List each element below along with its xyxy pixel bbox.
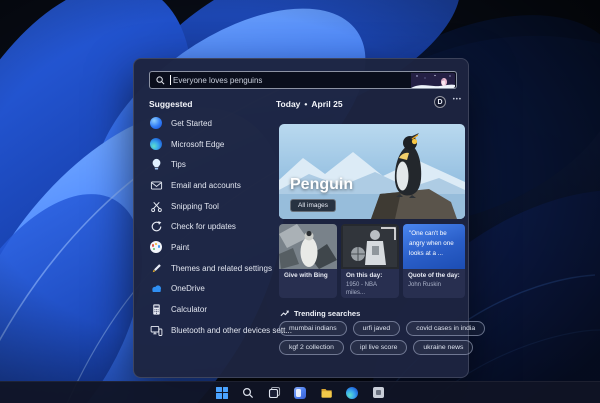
more-options-icon[interactable]: ••• — [453, 97, 462, 103]
search-bar[interactable] — [149, 71, 457, 89]
card-caption: Give with Bing — [284, 272, 328, 279]
card-give-with-bing[interactable]: Give with Bing — [279, 224, 337, 298]
search-icon — [156, 75, 165, 84]
bluetooth-devices-icon — [149, 323, 163, 337]
trending-title: Trending searches — [294, 309, 361, 318]
bing-penguin-illustration — [411, 73, 455, 88]
suggested-heading: Suggested — [149, 99, 193, 109]
card-caption: Quote of the day: — [408, 272, 460, 279]
date-value: April 25 — [311, 99, 343, 109]
card-subcaption: John Ruskin — [408, 281, 442, 288]
feed-date-header: Today • April 25 — [276, 99, 343, 109]
taskbar-edge-icon[interactable] — [345, 385, 360, 400]
email-icon — [149, 178, 163, 192]
suggested-item-label: Snipping Tool — [171, 201, 219, 211]
suggested-item-label: Microsoft Edge — [171, 139, 225, 149]
taskbar-windows-start-icon[interactable] — [215, 385, 230, 400]
suggested-list: Get Started Microsoft Edge Tips Email an… — [149, 113, 292, 341]
on-this-day-photo — [341, 224, 399, 269]
snipping-tool-icon — [149, 199, 163, 213]
date-separator: • — [304, 99, 308, 109]
tips-bulb-icon — [149, 158, 163, 172]
text-cursor — [170, 75, 171, 85]
suggested-item-label: Paint — [171, 242, 190, 252]
date-prefix: Today — [276, 99, 301, 109]
search-flyout-panel: Suggested Get Started Microsoft Edge Tip… — [133, 58, 486, 378]
suggested-item-microsoft-edge[interactable]: Microsoft Edge — [149, 134, 277, 155]
quote-text: "One can't be angry when one looks at a … — [403, 224, 465, 269]
themes-pencil-icon — [149, 261, 163, 275]
taskbar-task-view-icon[interactable] — [267, 385, 282, 400]
trending-arrow-icon — [280, 310, 289, 317]
suggested-item-label: Calculator — [171, 305, 208, 315]
card-quote-of-day[interactable]: "One can't be angry when one looks at a … — [403, 224, 465, 298]
card-subcaption: 1950 - NBA miles... — [346, 281, 377, 297]
trending-chip[interactable]: kgf 2 collection — [279, 340, 344, 355]
trending-chip[interactable]: covid cases in india — [406, 321, 486, 336]
suggested-item-check-updates[interactable]: Check for updates — [149, 216, 277, 237]
trending-chip[interactable]: ukraine news — [413, 340, 474, 355]
calculator-icon — [149, 303, 163, 317]
onedrive-cloud-icon — [149, 282, 163, 296]
trending-chips-row-1: mumbai indians urfi javed covid cases in… — [279, 321, 486, 336]
taskbar-app-icon[interactable] — [371, 385, 386, 400]
trending-chips-row-2: kgf 2 collection ipl live score ukraine … — [279, 340, 474, 355]
trending-searches-header: Trending searches — [280, 309, 360, 318]
taskbar-widgets-icon[interactable] — [293, 385, 308, 400]
paint-palette-icon — [149, 240, 163, 254]
suggested-item-calculator[interactable]: Calculator — [149, 299, 277, 320]
suggested-item-label: Email and accounts — [171, 180, 241, 190]
suggested-item-label: Tips — [171, 160, 186, 170]
hero-image-card[interactable]: Penguin All images — [279, 124, 465, 219]
suggested-item-paint[interactable]: Paint — [149, 237, 277, 258]
suggested-item-label: Themes and related settings — [171, 263, 272, 273]
suggested-item-label: Bluetooth and other devices sett... — [171, 325, 292, 335]
update-refresh-icon — [149, 220, 163, 234]
get-started-icon — [149, 116, 163, 130]
suggested-item-label: Check for updates — [171, 222, 236, 232]
taskbar — [0, 381, 600, 403]
card-caption: On this day: — [346, 272, 383, 279]
suggested-item-email-accounts[interactable]: Email and accounts — [149, 175, 277, 196]
all-images-button[interactable]: All images — [290, 199, 336, 212]
feed-cards-row: Give with Bing On this day: 1950 - NBA m… — [279, 224, 465, 298]
trending-chip[interactable]: urfi javed — [352, 321, 401, 336]
suggested-item-snipping-tool[interactable]: Snipping Tool — [149, 196, 277, 217]
suggested-item-themes-settings[interactable]: Themes and related settings — [149, 258, 277, 279]
trending-chip[interactable]: mumbai indians — [279, 321, 347, 336]
give-with-bing-photo — [279, 224, 337, 269]
edge-icon — [149, 137, 163, 151]
hero-title: Penguin — [290, 176, 354, 193]
card-on-this-day[interactable]: On this day: 1950 - NBA miles... — [341, 224, 399, 298]
suggested-item-tips[interactable]: Tips — [149, 154, 277, 175]
penguin-snow-scene-icon — [411, 73, 455, 88]
taskbar-file-explorer-icon[interactable] — [319, 385, 334, 400]
profile-avatar[interactable]: D — [434, 96, 446, 108]
suggested-item-bluetooth-devices[interactable]: Bluetooth and other devices sett... — [149, 320, 292, 341]
suggested-item-get-started[interactable]: Get Started — [149, 113, 277, 134]
trending-chip[interactable]: ipl live score — [349, 340, 408, 355]
suggested-item-onedrive[interactable]: OneDrive — [149, 279, 277, 300]
search-input[interactable] — [173, 73, 383, 87]
suggested-item-label: OneDrive — [171, 284, 205, 294]
taskbar-search-icon[interactable] — [241, 385, 256, 400]
suggested-item-label: Get Started — [171, 118, 212, 128]
